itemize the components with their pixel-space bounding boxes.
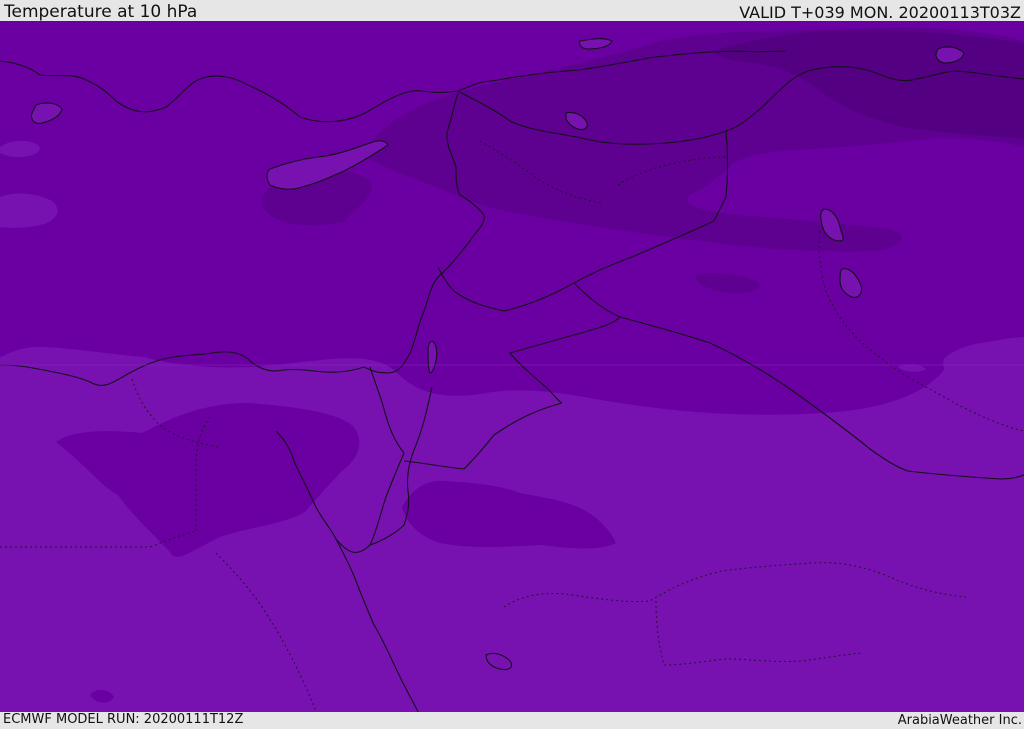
brand-label: ArabiaWeather Inc. xyxy=(897,713,1022,728)
weather-map-page: Temperature at 10 hPa VALID T+039 MON. 2… xyxy=(0,0,1024,729)
temperature-map xyxy=(0,21,1024,712)
map-title: Temperature at 10 hPa xyxy=(4,2,198,22)
temperature-map-canvas xyxy=(0,21,1024,712)
model-run-label: ECMWF MODEL RUN: 20200111T12Z xyxy=(3,712,244,727)
map-footer: ECMWF MODEL RUN: 20200111T12Z ArabiaWeat… xyxy=(0,712,1024,729)
valid-time: VALID T+039 MON. 20200113T03Z xyxy=(739,3,1021,22)
map-header: Temperature at 10 hPa VALID T+039 MON. 2… xyxy=(0,0,1024,22)
